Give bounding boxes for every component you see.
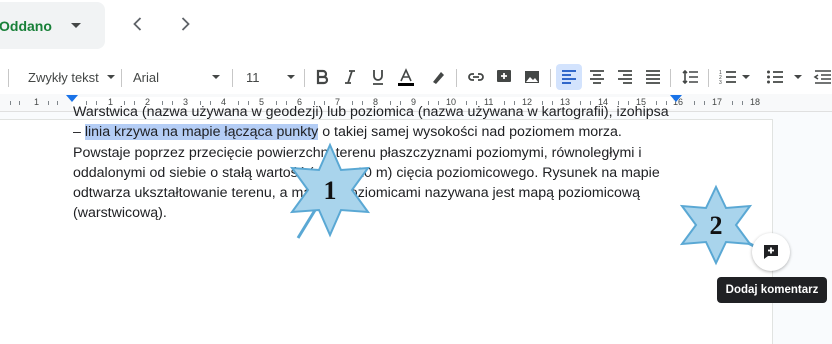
align-right-icon[interactable]	[615, 67, 635, 87]
bold-icon[interactable]	[312, 67, 332, 87]
ruler-number: 1	[34, 97, 40, 107]
ruler-tick	[57, 101, 58, 105]
callout-star-1: 1	[289, 142, 371, 239]
chevron-down-icon	[212, 75, 220, 79]
formatting-toolbar: Zwykły tekst Arial 11 1 2 3	[0, 60, 832, 94]
bulleted-list-icon[interactable]	[765, 67, 785, 87]
insert-link-icon[interactable]	[466, 67, 486, 87]
toolbar-divider	[670, 69, 671, 87]
svg-text:3: 3	[719, 80, 722, 86]
toolbar-divider	[456, 69, 457, 87]
selected-text[interactable]: linia krzywa na mapie łącząca punkty	[84, 124, 319, 141]
ruler-tick	[742, 101, 743, 105]
toolbar-divider	[8, 69, 9, 87]
underline-icon[interactable]	[368, 67, 388, 87]
chevron-down-icon	[794, 75, 802, 79]
chevron-down-icon	[742, 75, 750, 79]
chevron-down-icon	[107, 75, 115, 79]
chevron-left-icon[interactable]	[128, 14, 148, 34]
ruler-tick	[10, 101, 11, 105]
toolbar-divider	[121, 69, 122, 87]
text-color-icon[interactable]	[396, 67, 416, 87]
font-family-label: Arial	[133, 69, 160, 85]
chevron-down-icon	[287, 75, 295, 79]
add-comment-tooltip: Dodaj komentarz	[717, 277, 827, 303]
numbered-list-icon[interactable]: 123	[718, 67, 738, 87]
font-size-dropdown[interactable]: 11	[246, 65, 260, 89]
ruler-number: 18	[750, 97, 761, 107]
ruler-tick	[694, 101, 695, 105]
align-left-icon[interactable]	[556, 64, 582, 90]
italic-icon[interactable]	[340, 67, 360, 87]
decrease-indent-icon[interactable]	[812, 67, 832, 87]
ruler-tick	[704, 101, 705, 105]
align-center-icon[interactable]	[587, 67, 607, 87]
add-comment-icon	[764, 245, 778, 259]
toolbar-divider	[304, 69, 305, 87]
font-family-dropdown[interactable]: Arial	[133, 65, 159, 89]
paragraph-style-label: Zwykły tekst	[28, 69, 99, 85]
font-size-label: 11	[246, 69, 260, 85]
toolbar-divider	[708, 69, 709, 87]
ruler-tick	[732, 101, 733, 105]
right-indent-marker[interactable]	[670, 95, 682, 102]
top-bar: Oddano	[0, 0, 832, 60]
left-indent-marker[interactable]	[66, 95, 78, 102]
add-comment-button[interactable]	[752, 233, 790, 271]
chevron-right-icon[interactable]	[175, 14, 195, 34]
line-spacing-icon[interactable]	[680, 67, 700, 87]
callout-number-1: 1	[324, 176, 337, 205]
status-dropdown[interactable]: Oddano	[0, 2, 105, 49]
status-label: Oddano	[0, 17, 52, 34]
ruler-number: 17	[712, 97, 723, 107]
add-comment-icon[interactable]	[494, 67, 514, 87]
insert-image-icon[interactable]	[522, 67, 542, 87]
paragraph-style-dropdown[interactable]: Zwykły tekst	[28, 65, 99, 89]
callout-number-2: 2	[710, 211, 723, 240]
ruler-tick	[48, 101, 49, 105]
highlight-pen-icon[interactable]	[428, 67, 448, 87]
chevron-down-icon	[71, 23, 81, 28]
toolbar-divider	[232, 69, 233, 87]
align-justify-icon[interactable]	[643, 67, 663, 87]
toolbar-divider	[550, 69, 551, 87]
ruler-tick	[19, 101, 20, 105]
